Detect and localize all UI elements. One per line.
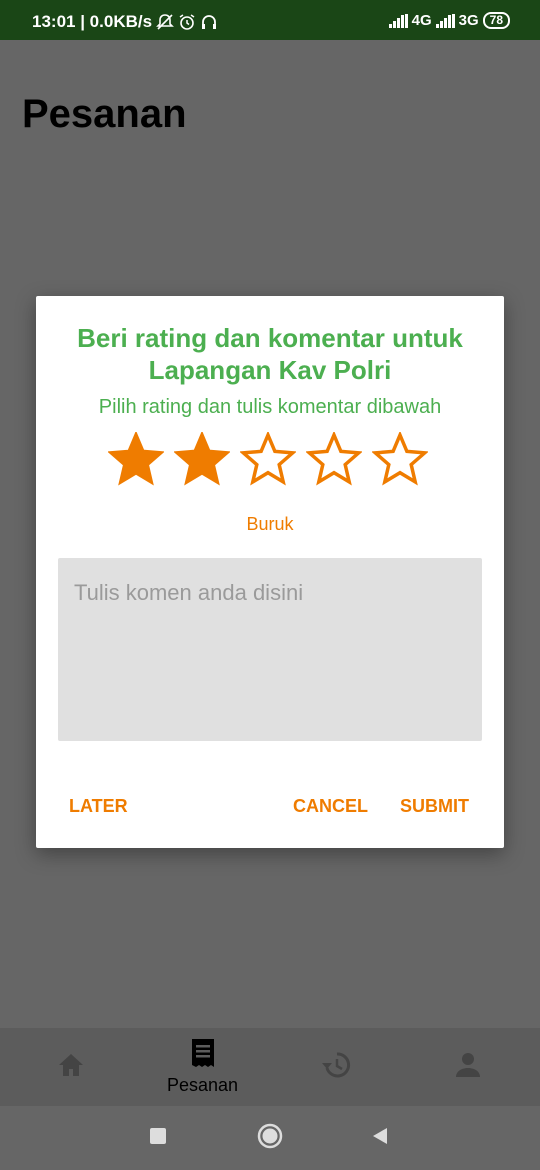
star-outline-icon[interactable] <box>240 432 296 488</box>
status-bar: 13:01 | 0.0KB/s 4G 3G 78 <box>0 0 540 40</box>
notification-off-icon <box>156 13 174 31</box>
rating-dialog: Beri rating dan komentar untuk Lapangan … <box>36 296 504 848</box>
star-filled-icon[interactable] <box>108 432 164 488</box>
rating-stars <box>108 432 428 488</box>
network-type-2: 3G <box>458 12 479 29</box>
back-button[interactable] <box>366 1124 394 1152</box>
submit-button[interactable]: SUBMIT <box>400 796 469 817</box>
home-icon <box>57 1052 85 1083</box>
comment-input[interactable] <box>58 558 482 741</box>
dialog-subtitle: Pilih rating dan tulis komentar dibawah <box>98 396 442 418</box>
later-button[interactable]: LATER <box>69 796 128 817</box>
headphones-icon <box>200 13 218 31</box>
signal-icon <box>388 13 408 28</box>
home-button[interactable] <box>256 1123 284 1154</box>
square-icon <box>149 1127 167 1150</box>
nav-item-pesanan[interactable]: Pesanan <box>135 1028 270 1106</box>
star-filled-icon[interactable] <box>174 432 230 488</box>
nav-item-home[interactable] <box>3 1028 138 1106</box>
receipt-icon <box>189 1038 217 1073</box>
circle-icon <box>257 1123 283 1154</box>
status-left: 13:01 | 0.0KB/s <box>32 12 218 32</box>
person-icon <box>455 1052 481 1083</box>
system-nav <box>0 1106 540 1170</box>
cancel-button[interactable]: CANCEL <box>293 796 368 817</box>
star-outline-icon[interactable] <box>306 432 362 488</box>
rating-label: Buruk <box>246 514 294 534</box>
page-title: Pesanan <box>22 92 187 136</box>
nav-item-profile[interactable] <box>400 1028 535 1106</box>
battery-icon: 78 <box>482 12 510 29</box>
star-outline-icon[interactable] <box>372 432 428 488</box>
recents-button[interactable] <box>144 1124 172 1152</box>
history-icon <box>321 1051 351 1084</box>
alarm-icon <box>178 13 196 31</box>
nav-label-pesanan: Pesanan <box>166 1075 239 1095</box>
dialog-title: Beri rating dan komentar untuk Lapangan … <box>77 323 463 385</box>
nav-item-history[interactable] <box>268 1028 403 1106</box>
back-triangle-icon <box>371 1127 389 1150</box>
signal-icon-2 <box>435 13 455 28</box>
status-right: 4G 3G 78 <box>388 12 510 29</box>
status-time: 13:01 | 0.0KB/s <box>32 12 153 31</box>
network-type-1: 4G <box>411 12 432 29</box>
bottom-nav: Pesanan <box>0 1028 540 1106</box>
